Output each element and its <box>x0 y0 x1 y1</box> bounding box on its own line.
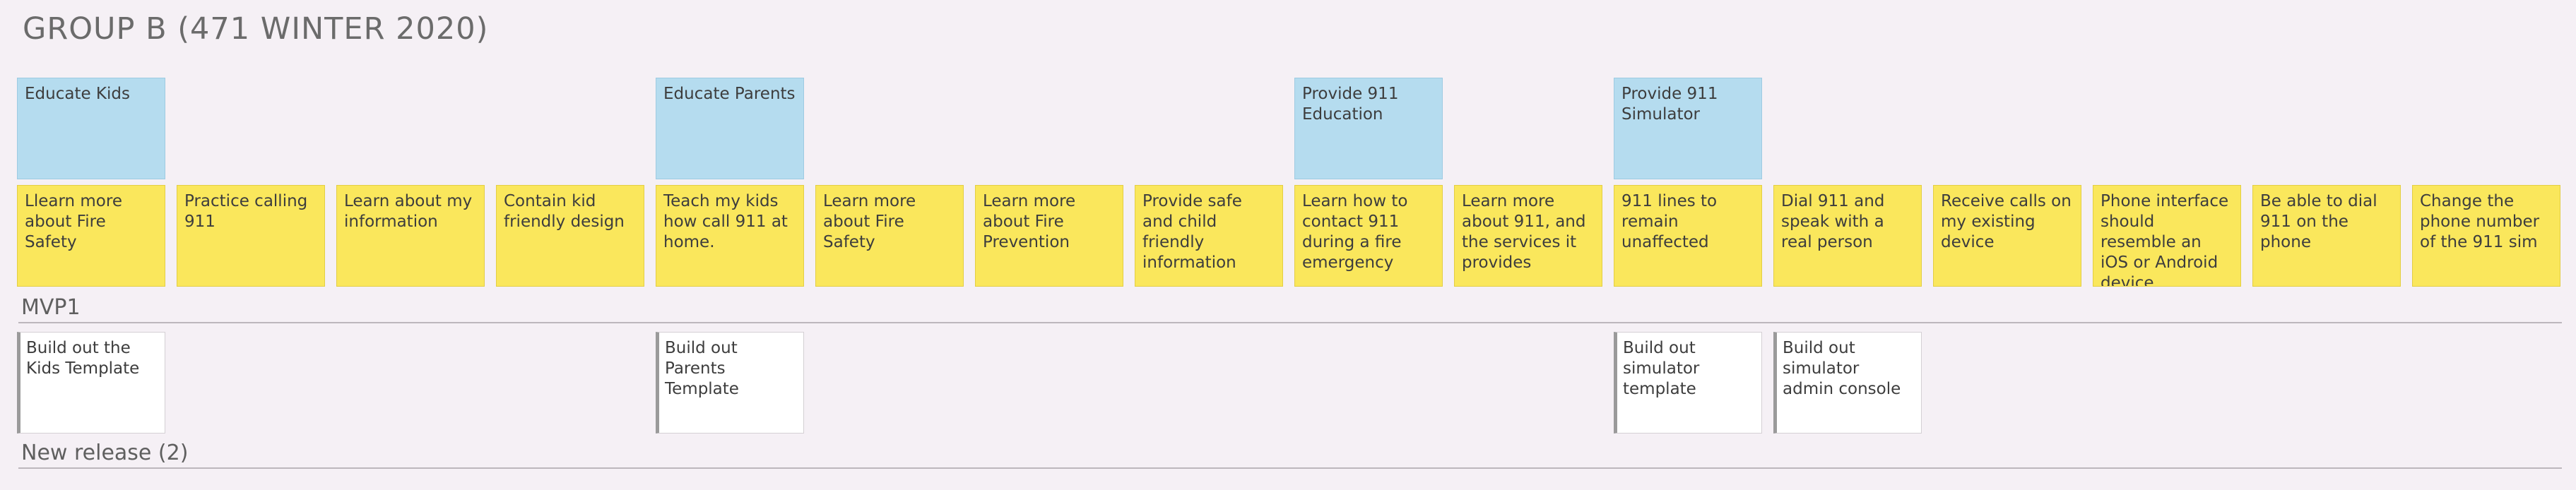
activity-card[interactable]: Provide 911 Simulator <box>1614 78 1762 179</box>
release-divider <box>18 467 2562 469</box>
task-card[interactable]: Teach my kids how call 911 at home. <box>656 185 804 287</box>
task-card[interactable]: Change the phone number of the 911 sim <box>2412 185 2560 287</box>
task-card[interactable]: Contain kid friendly design <box>496 185 644 287</box>
story-card[interactable]: Build out Parents Template <box>656 332 804 434</box>
story-card[interactable]: Build out simulator template <box>1614 332 1762 434</box>
task-card[interactable]: Learn more about Fire Safety <box>815 185 964 287</box>
task-card[interactable]: Receive calls on my existing device <box>1933 185 2081 287</box>
task-card[interactable]: Llearn more about Fire Safety <box>17 185 165 287</box>
activity-card[interactable]: Educate Kids <box>17 78 165 179</box>
task-card[interactable]: Dial 911 and speak with a real person <box>1773 185 1922 287</box>
task-card[interactable]: 911 lines to remain unaffected <box>1614 185 1762 287</box>
task-card[interactable]: Phone interface should resemble an iOS o… <box>2093 185 2241 287</box>
activity-card[interactable]: Provide 911 Education <box>1294 78 1443 179</box>
story-card[interactable]: Build out the Kids Template <box>17 332 165 434</box>
task-card[interactable]: Learn how to contact 911 during a fire e… <box>1294 185 1443 287</box>
story-map-board: GROUP B (471 WINTER 2020) Educate Kids Ed… <box>0 0 2576 490</box>
board-title: GROUP B (471 WINTER 2020) <box>23 11 489 47</box>
activity-card[interactable]: Educate Parents <box>656 78 804 179</box>
story-card[interactable]: Build out simulator admin console <box>1773 332 1922 434</box>
task-card[interactable]: Learn about my information <box>336 185 485 287</box>
task-card[interactable]: Be able to dial 911 on the phone <box>2252 185 2401 287</box>
release-label[interactable]: New release (2) <box>21 441 188 465</box>
release-divider <box>18 322 2562 323</box>
task-card[interactable]: Provide safe and child friendly informat… <box>1135 185 1283 287</box>
release-label[interactable]: MVP1 <box>21 295 81 320</box>
task-card[interactable]: Learn more about 911, and the services i… <box>1454 185 1602 287</box>
task-card[interactable]: Learn more about Fire Prevention <box>975 185 1123 287</box>
task-card[interactable]: Practice calling 911 <box>177 185 325 287</box>
